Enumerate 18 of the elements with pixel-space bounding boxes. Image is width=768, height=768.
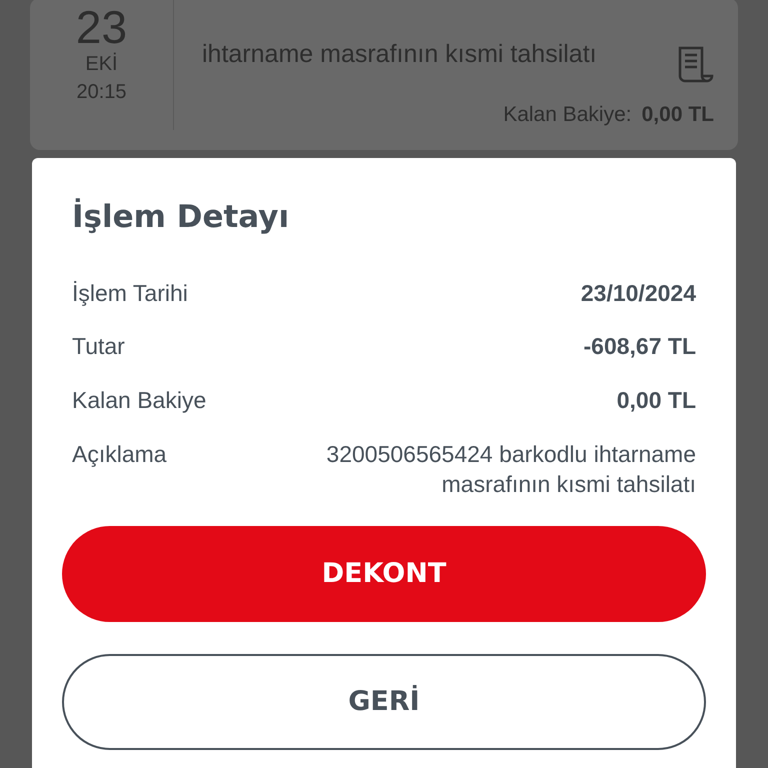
balance-label: Kalan Bakiye:	[503, 102, 632, 128]
receipt-button[interactable]: DEKONT	[62, 526, 706, 622]
detail-value: -608,67 TL	[584, 332, 696, 362]
balance-value: 0,00 TL	[642, 102, 714, 128]
transaction-description: ihtarname masrafının kısmi tahsilatı	[202, 39, 598, 70]
back-button[interactable]: GERİ	[62, 654, 706, 750]
dialog-title: İşlem Detayı	[72, 197, 290, 237]
detail-label: Açıklama	[72, 440, 167, 470]
detail-label: Kalan Bakiye	[72, 386, 206, 416]
detail-label: İşlem Tarihi	[72, 278, 188, 308]
date-month: EKİ	[85, 52, 118, 77]
receipt-icon[interactable]	[676, 46, 714, 84]
detail-value: 23/10/2024	[580, 278, 696, 308]
detail-value: 0,00 TL	[616, 386, 696, 416]
transaction-time: 20:15	[76, 80, 127, 105]
detail-value: 3200506565424 barkodlu ihtarname masrafının kısmi tahsilatı	[325, 440, 696, 500]
date-day: 23	[76, 4, 128, 50]
detail-label: Tutar	[72, 332, 125, 362]
